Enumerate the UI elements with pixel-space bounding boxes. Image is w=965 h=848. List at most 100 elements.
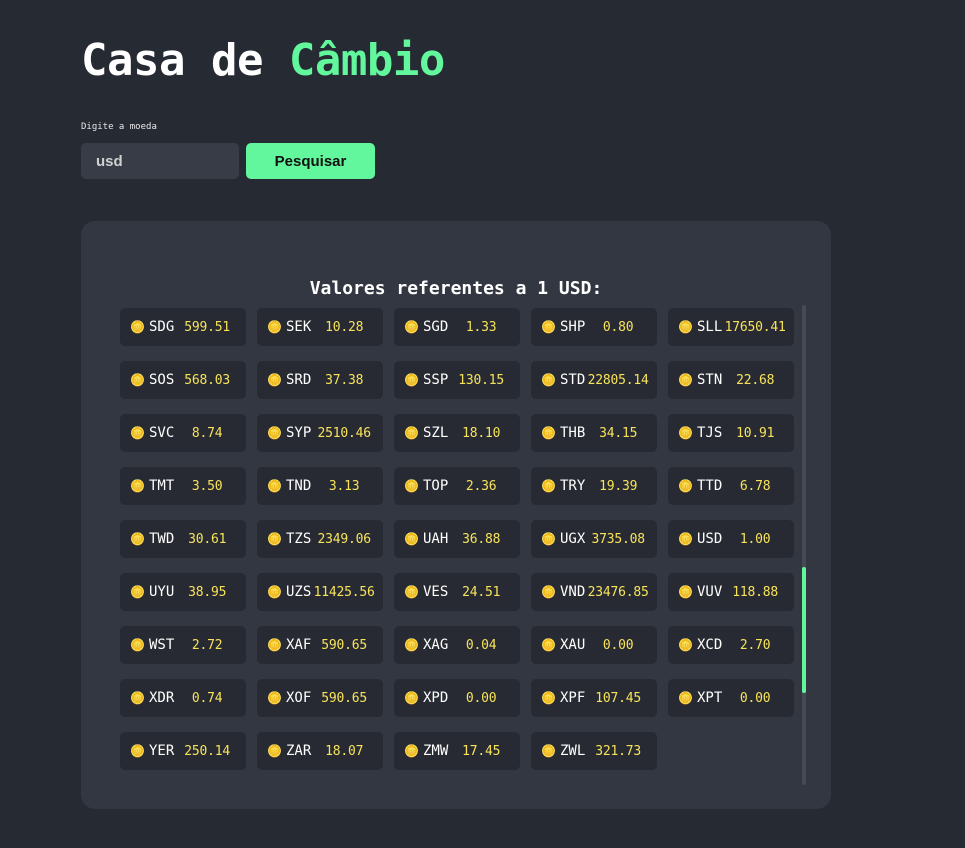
rate-card: 🪙 THB 34.15 <box>531 414 657 452</box>
coin-icon: 🪙 <box>130 585 145 599</box>
coin-icon: 🪙 <box>541 691 556 705</box>
coin-icon: 🪙 <box>678 373 693 387</box>
coin-icon: 🪙 <box>130 744 145 758</box>
rate-card: 🪙 UGX 3735.08 <box>531 520 657 558</box>
currency-code: SEK <box>286 319 312 335</box>
coin-icon: 🪙 <box>541 320 556 334</box>
page-title-main: Casa de <box>81 35 289 86</box>
coin-icon: 🪙 <box>404 479 419 493</box>
currency-code: UYU <box>149 584 175 600</box>
currency-code: VUV <box>697 584 723 600</box>
currency-rate-value: 0.00 <box>739 690 771 706</box>
rate-card: 🪙 XAG 0.04 <box>394 626 520 664</box>
currency-rate-value: 34.15 <box>599 425 638 441</box>
coin-icon: 🪙 <box>267 373 282 387</box>
rate-card: 🪙 UZS 11425.56 <box>257 573 383 611</box>
results-title: Valores referentes a 1 USD: <box>309 277 603 299</box>
rate-card: 🪙 TTD 6.78 <box>668 467 794 505</box>
currency-code: WST <box>149 637 175 653</box>
rate-card: 🪙 SRD 37.38 <box>257 361 383 399</box>
currency-rate-value: 568.03 <box>184 372 231 388</box>
currency-code: XPF <box>560 690 586 706</box>
rate-card: 🪙 SLL 17650.41 <box>668 308 794 346</box>
currency-code: XDR <box>149 690 175 706</box>
currency-rate-value: 590.65 <box>321 690 368 706</box>
scrollbar-thumb[interactable] <box>802 567 806 693</box>
rate-card: 🪙 XCD 2.70 <box>668 626 794 664</box>
currency-rate-value: 18.07 <box>325 743 364 759</box>
coin-icon: 🪙 <box>267 426 282 440</box>
rate-card: 🪙 TZS 2349.06 <box>257 520 383 558</box>
currency-code: SOS <box>149 372 175 388</box>
currency-code: USD <box>697 531 723 547</box>
currency-code: YER <box>149 743 175 759</box>
currency-code: TJS <box>697 425 723 441</box>
coin-icon: 🪙 <box>267 585 282 599</box>
rates-grid: 🪙 SDG 599.51 🪙 SEK 10.28 🪙 SGD 1.33 🪙 SHP 0.80 🪙 SLL 1… <box>120 308 794 770</box>
currency-rate-value: 107.45 <box>595 690 642 706</box>
rate-card: 🪙 YER 250.14 <box>120 732 246 770</box>
rate-card: 🪙 UYU 38.95 <box>120 573 246 611</box>
currency-rate-value: 37.38 <box>325 372 364 388</box>
rate-card: 🪙 SOS 568.03 <box>120 361 246 399</box>
currency-rate-value: 2349.06 <box>317 531 371 547</box>
search-button[interactable]: Pesquisar <box>246 143 375 179</box>
rate-card: 🪙 USD 1.00 <box>668 520 794 558</box>
currency-code: TRY <box>560 478 586 494</box>
coin-icon: 🪙 <box>130 532 145 546</box>
currency-rate-value: 0.80 <box>602 319 634 335</box>
currency-rate-value: 10.28 <box>325 319 364 335</box>
coin-icon: 🪙 <box>541 532 556 546</box>
rate-card: 🪙 SDG 599.51 <box>120 308 246 346</box>
rate-card: 🪙 TND 3.13 <box>257 467 383 505</box>
coin-icon: 🪙 <box>267 744 282 758</box>
currency-rate-value: 19.39 <box>599 478 638 494</box>
currency-rate-value: 3735.08 <box>591 531 645 547</box>
currency-rate-value: 321.73 <box>595 743 642 759</box>
currency-code: UGX <box>560 531 586 547</box>
coin-icon: 🪙 <box>678 320 693 334</box>
currency-code: SDG <box>149 319 175 335</box>
currency-code: TWD <box>149 531 175 547</box>
currency-code: UAH <box>423 531 449 547</box>
currency-rate-value: 1.00 <box>739 531 771 547</box>
coin-icon: 🪙 <box>267 638 282 652</box>
currency-search-input[interactable] <box>81 143 239 179</box>
currency-code: XOF <box>286 690 312 706</box>
currency-rate-value: 3.50 <box>191 478 223 494</box>
coin-icon: 🪙 <box>678 585 693 599</box>
currency-code: SGD <box>423 319 449 335</box>
currency-rate-value: 0.74 <box>191 690 223 706</box>
rate-card: 🪙 VUV 118.88 <box>668 573 794 611</box>
currency-code: XAU <box>560 637 586 653</box>
coin-icon: 🪙 <box>678 532 693 546</box>
currency-code: XPT <box>697 690 723 706</box>
currency-rate-value: 2.36 <box>465 478 497 494</box>
coin-icon: 🪙 <box>541 638 556 652</box>
currency-code: TMT <box>149 478 175 494</box>
rate-card: 🪙 UAH 36.88 <box>394 520 520 558</box>
coin-icon: 🪙 <box>267 691 282 705</box>
rate-card: 🪙 TMT 3.50 <box>120 467 246 505</box>
rate-card: 🪙 SSP 130.15 <box>394 361 520 399</box>
coin-icon: 🪙 <box>267 320 282 334</box>
currency-rate-value: 23476.85 <box>587 584 649 600</box>
currency-code: TTD <box>697 478 723 494</box>
currency-code: SHP <box>560 319 586 335</box>
rate-card: 🪙 ZMW 17.45 <box>394 732 520 770</box>
currency-rate-value: 2.72 <box>191 637 223 653</box>
rate-card: 🪙 XDR 0.74 <box>120 679 246 717</box>
currency-rate-value: 2.70 <box>739 637 771 653</box>
coin-icon: 🪙 <box>541 585 556 599</box>
coin-icon: 🪙 <box>130 373 145 387</box>
rate-card: 🪙 VES 24.51 <box>394 573 520 611</box>
currency-code: STD <box>560 372 586 388</box>
currency-code: VES <box>423 584 449 600</box>
currency-code: XAG <box>423 637 449 653</box>
scrollbar-track[interactable] <box>802 305 806 785</box>
currency-rate-value: 3.13 <box>328 478 360 494</box>
rate-card: 🪙 XAU 0.00 <box>531 626 657 664</box>
currency-rate-value: 24.51 <box>462 584 501 600</box>
currency-code: XAF <box>286 637 312 653</box>
coin-icon: 🪙 <box>267 532 282 546</box>
